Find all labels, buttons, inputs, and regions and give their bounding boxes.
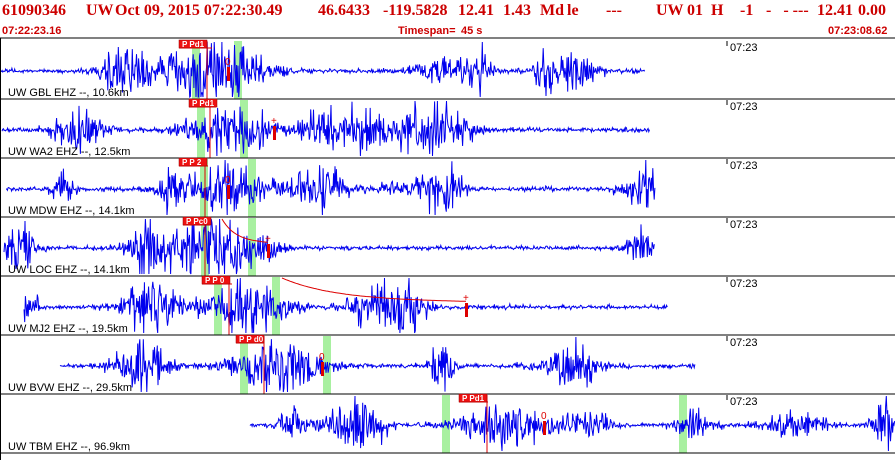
pick-label: P Pd1 — [462, 394, 485, 403]
coda-marker: 0 — [225, 175, 231, 186]
seismic-waveform — [59, 336, 696, 393]
coda-tick — [267, 244, 270, 258]
pick-label: P Pd1 — [182, 40, 205, 49]
channel-label[interactable]: UW TBM EHZ --, 96.9km — [8, 441, 130, 453]
time-mark: 07:23 — [730, 101, 758, 113]
coda-marker: + — [265, 234, 271, 245]
time-mark: 07:23 — [730, 278, 758, 290]
pick-label: P Pc0 — [186, 217, 208, 226]
time-mark: 07:23 — [730, 219, 758, 231]
coda-tick — [543, 421, 546, 435]
pick-label: P P d0 — [239, 335, 264, 344]
channel-label[interactable]: UW BVW EHZ --, 29.5km — [8, 382, 132, 394]
pick-label: P P 0 — [205, 276, 225, 285]
coda-tick — [227, 185, 230, 199]
coda-marker: + — [271, 116, 277, 127]
channel-label[interactable]: UW GBL EHZ --, 10.6km — [8, 87, 129, 99]
coda-decay-curve — [221, 218, 269, 243]
pick-label: P P 2 — [182, 158, 202, 167]
analysis-window — [240, 336, 248, 394]
coda-marker: 0 — [319, 352, 325, 363]
channel-label[interactable]: UW MDW EHZ --, 14.1km — [8, 205, 135, 217]
coda-tick — [465, 303, 468, 317]
pick-label: P Pd1 — [192, 99, 215, 108]
time-mark: 07:23 — [730, 42, 758, 54]
coda-tick — [321, 362, 324, 376]
coda-tick — [273, 126, 276, 140]
seismic-waveform — [249, 395, 895, 452]
time-mark: 07:23 — [730, 396, 758, 408]
channel-label[interactable]: UW LOC EHZ --, 14.1km — [8, 264, 130, 276]
coda-marker: 0 — [541, 411, 547, 422]
time-mark: 07:23 — [730, 337, 758, 349]
coda-marker: + — [463, 293, 469, 304]
time-mark: 07:23 — [730, 160, 758, 172]
seismogram-panel[interactable]: P Pd1 0 07:23 UW GBL EHZ --, 10.6km P Pd1 +07… — [0, 0, 895, 460]
channel-label[interactable]: UW MJ2 EHZ --, 19.5km — [8, 323, 128, 335]
coda-marker: 0 — [225, 57, 231, 68]
coda-tick — [227, 67, 230, 81]
channel-label[interactable]: UW WA2 EHZ --, 12.5km — [8, 146, 130, 158]
